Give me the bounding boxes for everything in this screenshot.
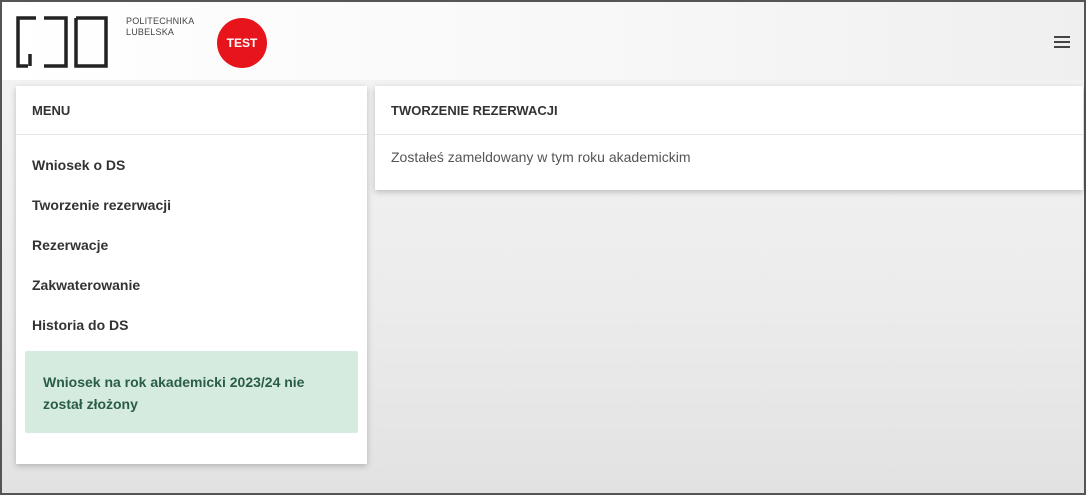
menu-list: Wniosek o DS Tworzenie rezerwacji Rezerw… <box>16 135 367 345</box>
logo-line-1: POLITECHNIKA <box>126 16 195 26</box>
menu-title: MENU <box>16 86 367 135</box>
menu-item-historia[interactable]: Historia do DS <box>16 305 367 345</box>
menu-item-zakwaterowanie[interactable]: Zakwaterowanie <box>16 265 367 305</box>
menu-item-wniosek[interactable]: Wniosek o DS <box>16 145 367 185</box>
main-card: TWORZENIE REZERWACJI Zostałeś zameldowan… <box>375 86 1083 190</box>
page-title: TWORZENIE REZERWACJI <box>375 86 1083 135</box>
hamburger-icon[interactable] <box>1054 36 1070 49</box>
menu-item-rezerwacje[interactable]: Rezerwacje <box>16 225 367 265</box>
application-status-alert: Wniosek na rok akademicki 2023/24 nie zo… <box>25 351 358 433</box>
menu-item-tworzenie-rezerwacji[interactable]: Tworzenie rezerwacji <box>16 185 367 225</box>
status-message: Zostałeś zameldowany w tym roku akademic… <box>391 149 691 165</box>
menu-card: MENU Wniosek o DS Tworzenie rezerwacji R… <box>16 86 367 464</box>
politechnika-logo[interactable] <box>14 14 114 70</box>
test-badge: TEST <box>217 18 267 68</box>
top-bar: POLITECHNIKA LUBELSKA TEST <box>2 2 1084 80</box>
logo-text: POLITECHNIKA LUBELSKA <box>126 16 194 38</box>
logo-line-2: LUBELSKA <box>126 27 175 37</box>
